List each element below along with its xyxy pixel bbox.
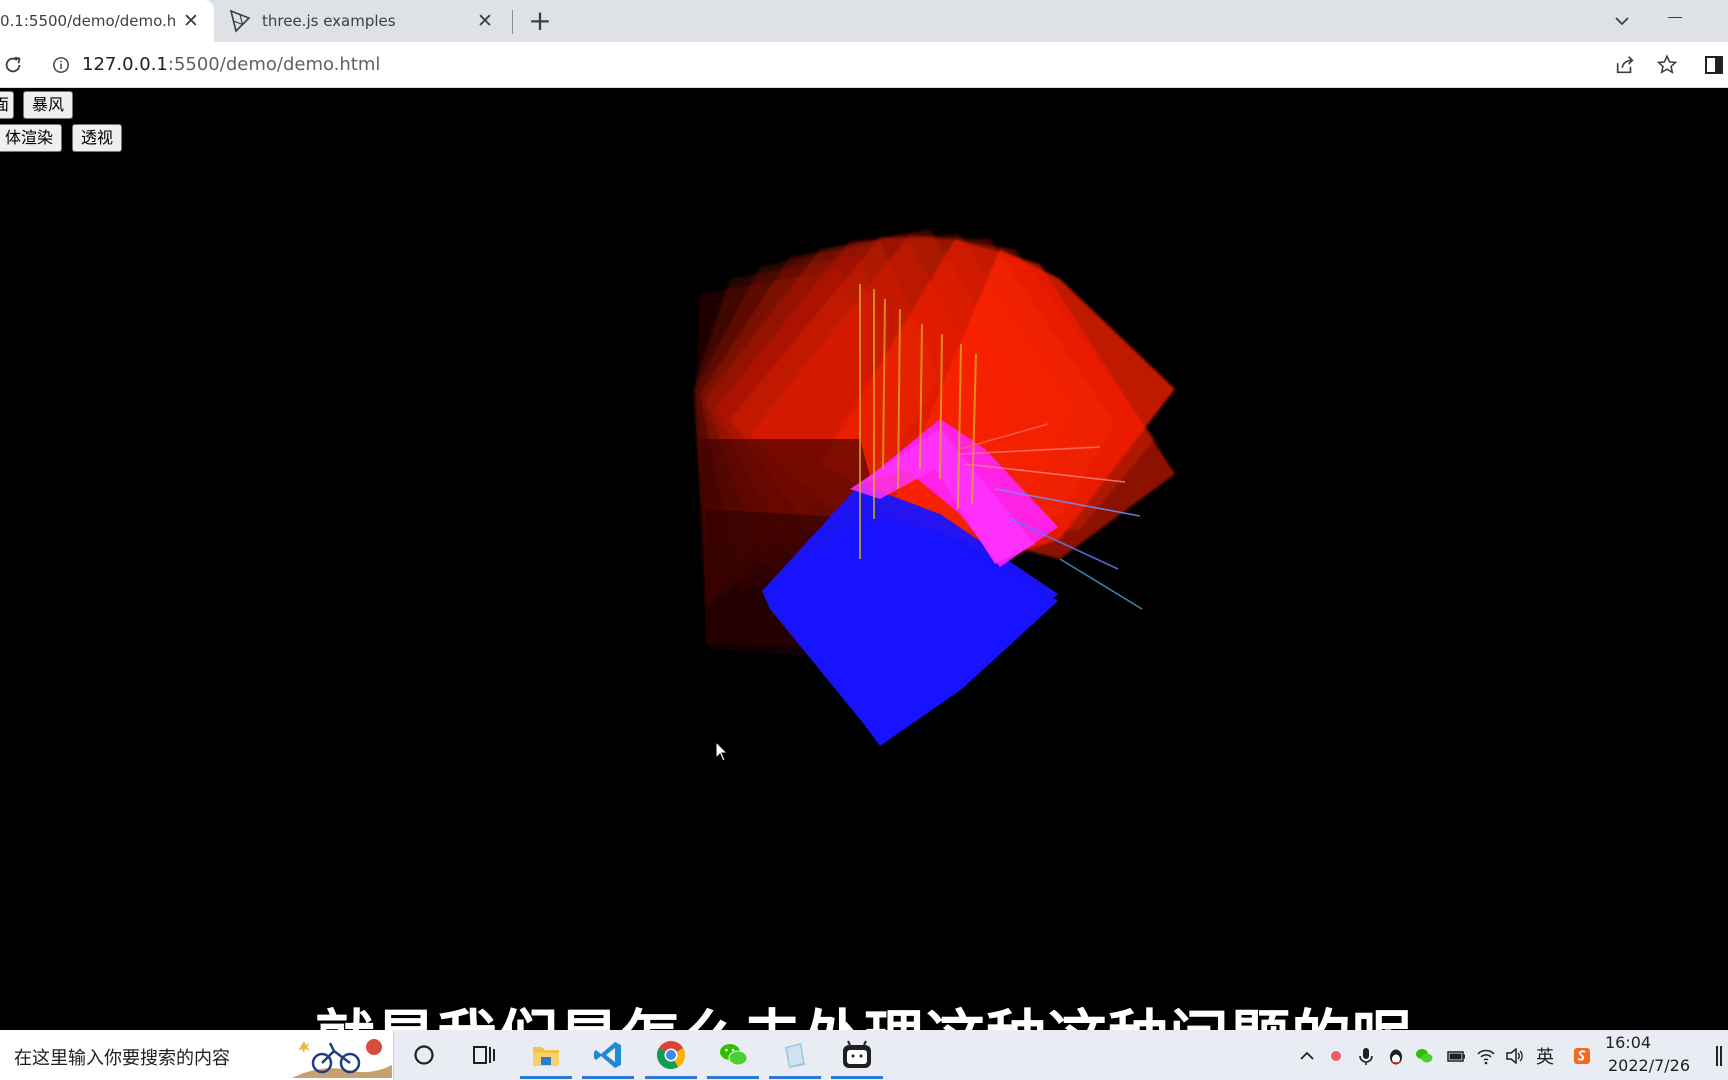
active-app-indicator (582, 1076, 634, 1079)
clock-date[interactable]: 2022/7/26 (1608, 1056, 1690, 1075)
volume-render-button[interactable]: 体渲染 (0, 124, 63, 152)
tab-close-icon[interactable]: ✕ (474, 10, 496, 32)
tab-separator (512, 10, 513, 34)
tab-demo-title: 0.1:5500/demo/demo.ht (0, 12, 176, 30)
site-info-icon[interactable] (52, 56, 70, 74)
webgl-scene-canvas[interactable] (0, 89, 1728, 1030)
qq-penguin-icon[interactable] (1386, 1046, 1406, 1066)
tab-demo[interactable]: 0.1:5500/demo/demo.ht ✕ (0, 0, 214, 42)
task-view-icon[interactable] (468, 1039, 500, 1071)
taskbar-search-placeholder: 在这里输入你要搜索的内容 (14, 1048, 230, 1069)
active-app-indicator (831, 1076, 883, 1079)
new-tab-button[interactable]: + (526, 7, 554, 36)
bilibili-icon[interactable] (841, 1039, 873, 1071)
active-app-indicator (520, 1076, 572, 1079)
wifi-icon[interactable] (1476, 1046, 1496, 1066)
taskbar-search-box[interactable]: 在这里输入你要搜索的内容 (0, 1030, 394, 1080)
tab-strip: 0.1:5500/demo/demo.ht ✕ three.js example… (0, 0, 1728, 42)
url-host: 127.0.0.1 (82, 54, 168, 75)
clock-time[interactable]: 16:04 (1588, 1033, 1668, 1052)
chevron-down-icon[interactable] (1610, 9, 1634, 33)
microphone-icon[interactable] (1356, 1046, 1376, 1066)
bicycle-illustration-icon (292, 1039, 392, 1078)
minimize-icon[interactable] (1668, 17, 1682, 18)
reload-icon[interactable] (2, 54, 24, 76)
active-app-indicator (707, 1076, 759, 1079)
battery-icon[interactable] (1446, 1046, 1466, 1066)
mouse-pointer-icon (715, 741, 729, 762)
share-icon[interactable] (1614, 54, 1636, 76)
wechat-tray-icon[interactable] (1414, 1046, 1434, 1066)
notepad-icon[interactable] (779, 1039, 811, 1071)
chrome-icon[interactable] (655, 1039, 687, 1071)
threejs-logo-icon (229, 9, 251, 33)
active-app-indicator (645, 1076, 697, 1079)
cortana-circle-icon[interactable] (408, 1039, 440, 1071)
chevron-up-icon[interactable] (1297, 1046, 1317, 1066)
volume-icon[interactable] (1504, 1046, 1524, 1066)
windows-taskbar: 在这里输入你要搜索的内容 英 16:04 2022/7/26 (0, 1030, 1728, 1080)
ime-language-indicator[interactable]: 英 (1536, 1043, 1554, 1069)
show-desktop-button[interactable] (1716, 1046, 1722, 1066)
side-panel-icon[interactable] (1704, 55, 1724, 75)
url-path: :5500/demo/demo.html (167, 54, 381, 75)
perspective-button[interactable]: 透视 (72, 124, 123, 152)
tab-threejs-title: three.js examples (262, 12, 396, 30)
tab-threejs-examples[interactable]: three.js examples ✕ (222, 0, 508, 42)
file-explorer-icon[interactable] (530, 1039, 562, 1071)
browser-toolbar: 127.0.0.1:5500/demo/demo.html (0, 42, 1728, 88)
page-viewport: 面 暴风 体渲染 透视 就是我们是怎么去处理这种这种问题的呢 (0, 89, 1728, 1074)
partial-button[interactable]: 面 (0, 91, 14, 119)
screen: 0.1:5500/demo/demo.ht ✕ three.js example… (0, 0, 1728, 1080)
record-dot-icon[interactable] (1326, 1046, 1346, 1066)
wechat-icon[interactable] (717, 1039, 749, 1071)
vscode-icon[interactable] (592, 1039, 624, 1071)
bookmark-star-icon[interactable] (1656, 54, 1678, 76)
active-app-indicator (769, 1076, 821, 1079)
storm-button[interactable]: 暴风 (23, 91, 74, 119)
address-bar[interactable]: 127.0.0.1:5500/demo/demo.html (82, 54, 380, 76)
tab-close-icon[interactable]: ✕ (180, 10, 202, 32)
